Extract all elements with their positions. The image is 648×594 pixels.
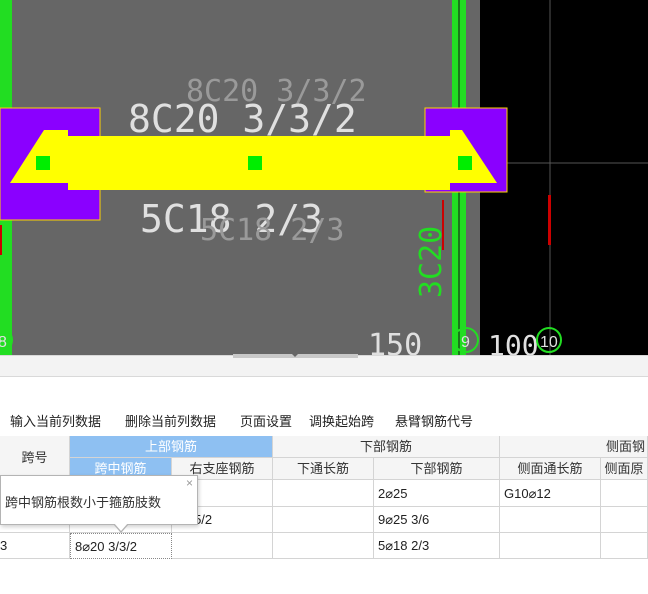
row2-side-col[interactable]	[601, 507, 648, 533]
beam-grip-left[interactable]	[36, 156, 50, 170]
tooltip-message: 跨中钢筋根数小于箍筋肢数	[5, 495, 162, 510]
chevron-down-icon[interactable]	[291, 353, 299, 357]
row2-bottom-through[interactable]	[273, 507, 374, 533]
beam-grip-mid[interactable]	[248, 156, 262, 170]
header-side-col[interactable]: 侧面原	[601, 458, 648, 480]
row3-side-through[interactable]	[500, 533, 601, 559]
axis-label-8: 8	[0, 334, 7, 351]
panel-splitter[interactable]	[0, 353, 648, 377]
bottom-rebar-label-ghost: 5C18 2/3	[200, 213, 345, 248]
swap-start-span-button[interactable]: 调换起始跨	[309, 411, 374, 430]
red-marker-left	[0, 225, 2, 255]
header-span-no[interactable]: 跨号	[0, 436, 70, 480]
close-icon[interactable]: ×	[186, 476, 193, 490]
delete-column-data-button[interactable]: 删除当前列数据	[125, 411, 216, 430]
row1-bottom-rebar[interactable]: 2⌀25	[374, 480, 500, 507]
header-bottom-through[interactable]: 下通长筋	[273, 458, 374, 480]
red-marker-right	[548, 195, 551, 245]
cad-drawing-canvas[interactable]: 8C20 3/3/2 8C20 3/3/2 5C18 2/3 5C18 2/3 …	[0, 0, 648, 355]
header-side-through[interactable]: 侧面通长筋	[500, 458, 601, 480]
header-bottom-rebar-col[interactable]: 下部钢筋	[374, 458, 500, 480]
header-side-rebar[interactable]: 侧面钢	[500, 436, 648, 458]
row3-mid-span[interactable]: 8⌀20 3/3/2	[70, 533, 172, 559]
header-bottom-rebar[interactable]: 下部钢筋	[273, 436, 500, 458]
tooltip-tail-inner	[114, 523, 128, 531]
cad-drawing-svg[interactable]: 8C20 3/3/2 8C20 3/3/2 5C18 2/3 5C18 2/3 …	[0, 0, 648, 355]
axis-label-9: 9	[461, 334, 470, 351]
row3-side-col[interactable]	[601, 533, 648, 559]
axis-label-10: 10	[540, 334, 558, 351]
row2-bottom-rebar[interactable]: 9⌀25 3/6	[374, 507, 500, 533]
input-column-data-button[interactable]: 输入当前列数据	[10, 411, 101, 430]
row1-side-col[interactable]	[601, 480, 648, 507]
column-rebar-label: 3C20	[414, 226, 449, 298]
table-toolbar: 输入当前列数据 删除当前列数据 页面设置 调换起始跨 悬臂钢筋代号	[0, 402, 648, 436]
row1-bottom-through[interactable]	[273, 480, 374, 507]
header-top-rebar[interactable]: 上部钢筋	[70, 436, 273, 458]
row2-side-through[interactable]	[500, 507, 601, 533]
row3-bottom-rebar[interactable]: 5⌀18 2/3	[374, 533, 500, 559]
row3-span-no[interactable]: 3	[0, 533, 70, 559]
cantilever-rebar-code-button[interactable]: 悬臂钢筋代号	[395, 411, 473, 430]
dimension-100: 100	[488, 329, 539, 355]
row3-right-support[interactable]	[172, 533, 273, 559]
dimension-150: 150	[368, 328, 422, 355]
top-rebar-label: 8C20 3/3/2	[128, 97, 357, 141]
row1-side-through[interactable]: G10⌀12	[500, 480, 601, 507]
page-setup-button[interactable]: 页面设置	[240, 411, 292, 430]
row3-bottom-through[interactable]	[273, 533, 374, 559]
beam-grip-right[interactable]	[458, 156, 472, 170]
validation-tooltip: 跨中钢筋根数小于箍筋肢数 ×	[0, 475, 198, 533]
